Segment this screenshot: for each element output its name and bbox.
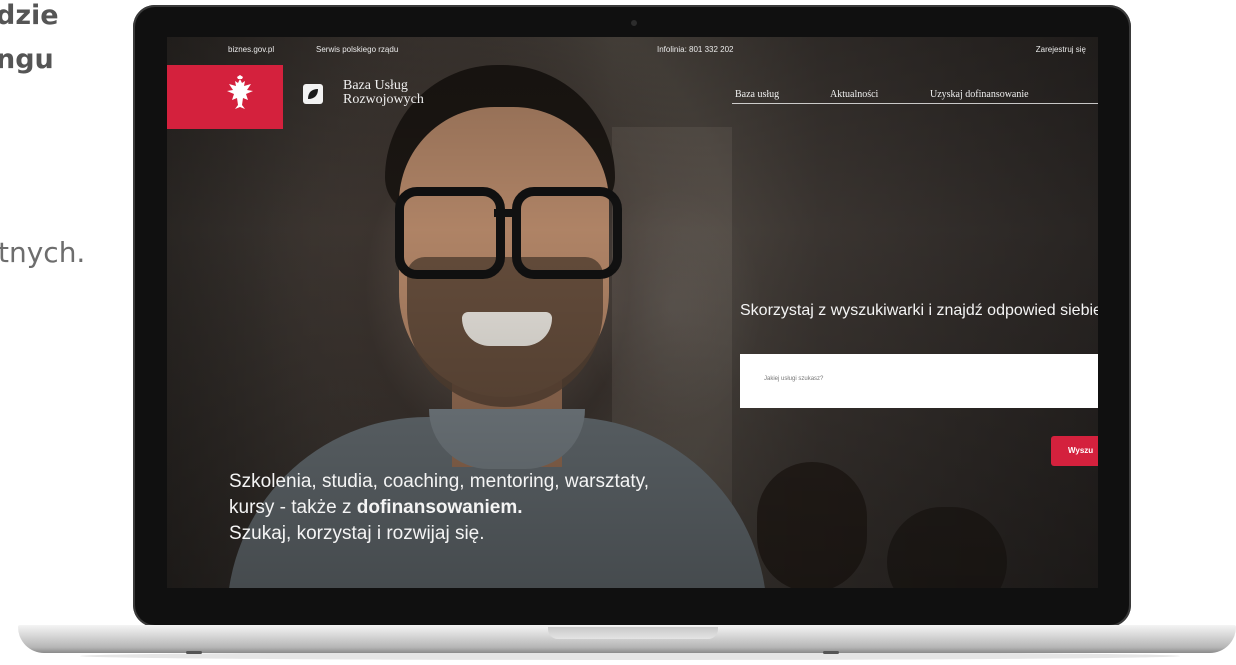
nav-uzyskaj-dofinansowanie[interactable]: Uzyskaj dofinansowanie [930,89,1029,100]
brand-name-line2: Rozwojowych [343,92,424,107]
register-link[interactable]: Zarejestruj się [1036,45,1086,54]
nav-divider [732,103,1098,104]
laptop-foot [823,651,839,654]
link-serwis-rzadu[interactable]: Serwis polskiego rządu [316,45,398,54]
nav-aktualnosci[interactable]: Aktualności [830,89,878,100]
infolinia-text: Infolinia: 801 332 202 [657,45,734,54]
leaf-logo-icon[interactable] [303,84,323,104]
link-biznes-gov[interactable]: biznes.gov.pl [228,45,274,54]
page-heading-fragment: dzie ngu [0,0,59,82]
laptop-notch [548,627,718,639]
search-prompt: Skorzystaj z wyszukiwarki i znajdź odpow… [740,302,1098,319]
hero-line3: Szukaj, korzystaj i rozwijaj się. [229,523,485,544]
nav-baza-uslug[interactable]: Baza usług [735,89,779,100]
search-placeholder: Jakiej usługi szukasz? [764,376,824,382]
page-text-fragment: tnych. [0,236,86,269]
search-button[interactable]: Wyszu [1051,436,1098,466]
laptop-shadow [80,652,1180,660]
page-heading-line2: ngu [0,44,54,75]
search-button-label: Wyszu [1068,446,1094,455]
laptop-screen: biznes.gov.pl Serwis polskiego rządu Inf… [167,37,1098,588]
brand-name-line1: Baza Usług [343,78,408,93]
page-heading-line1: dzie [0,0,59,31]
brand-name[interactable]: Baza Usług Rozwojowych [343,79,424,107]
hero-line1: Szkolenia, studia, coaching, mentoring, … [229,471,649,492]
hero-line2-bold: dofinansowaniem. [356,497,523,518]
laptop-foot [186,651,202,654]
eagle-emblem-box[interactable] [167,65,283,129]
hero-line2-prefix: kursy - także z [229,497,357,518]
camera-icon [631,20,637,26]
hero-text: Szkolenia, studia, coaching, mentoring, … [229,469,649,547]
search-input[interactable]: Jakiej usługi szukasz? [740,354,1098,408]
top-bar: biznes.gov.pl Serwis polskiego rządu Inf… [167,37,1098,61]
hero-line2: kursy - także z dofinansowaniem. [229,495,649,521]
polish-eagle-emblem-icon [227,75,253,109]
